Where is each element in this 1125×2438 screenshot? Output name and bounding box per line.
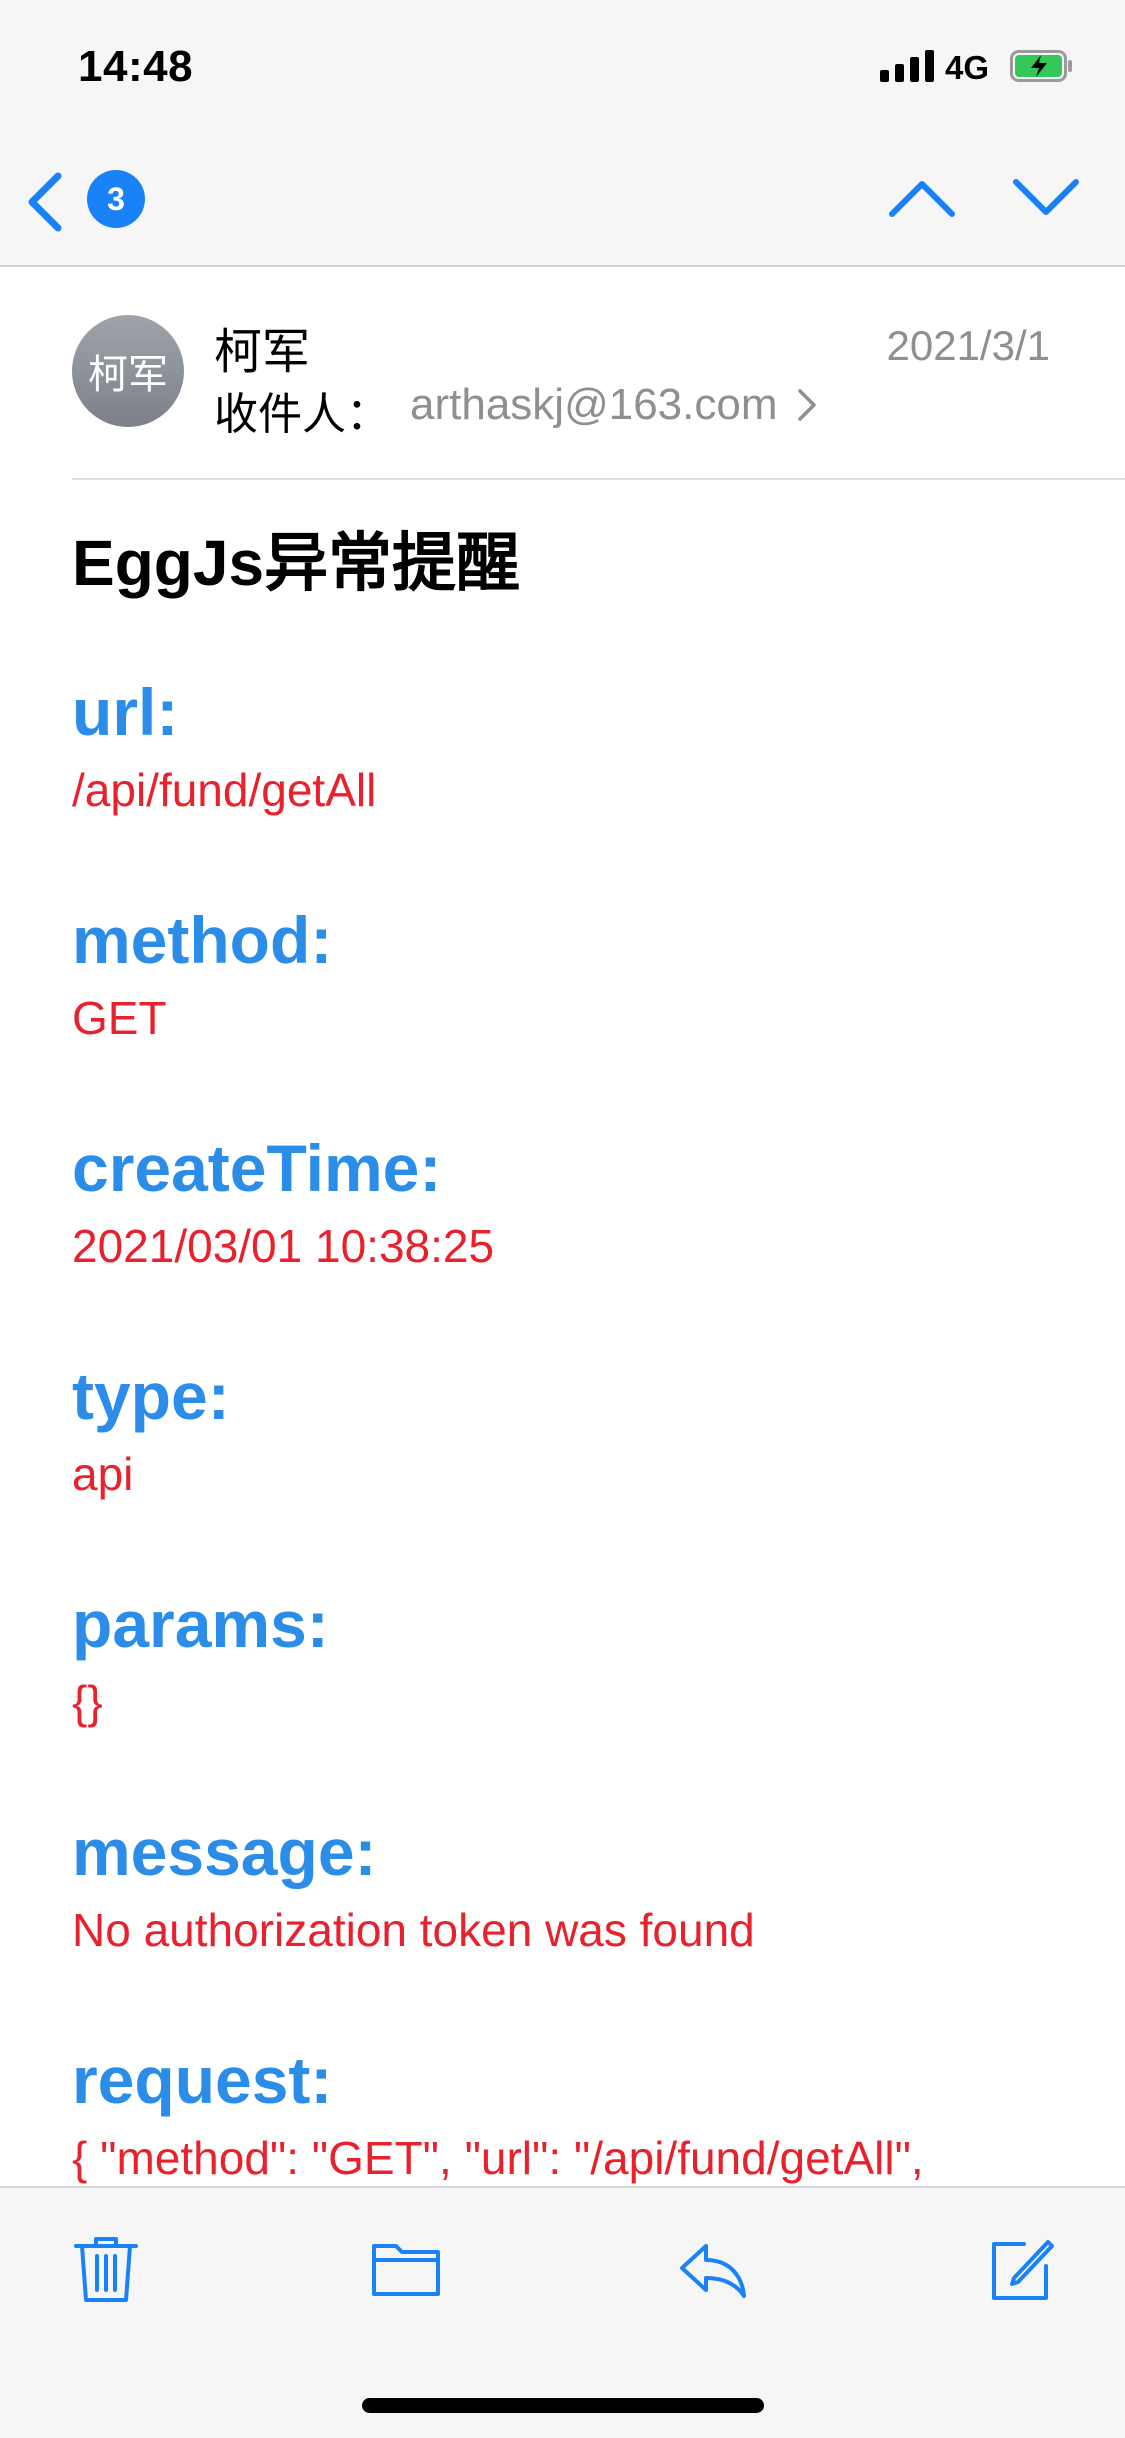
home-indicator[interactable] xyxy=(362,2398,764,2413)
field-value: 2021/03/01 10:38:25 xyxy=(72,1220,495,1272)
sender-name[interactable]: 柯军 xyxy=(214,312,310,382)
field-url: url: /api/fund/getAll xyxy=(72,672,376,820)
field-params: params: {} xyxy=(72,1584,329,1732)
recipient-label: 收件人： xyxy=(214,390,390,439)
unread-count-badge[interactable]: 3 xyxy=(87,170,145,228)
field-message: message: No authorization token was foun… xyxy=(72,1812,755,1960)
field-value: {} xyxy=(72,1676,103,1728)
field-label: method: xyxy=(72,903,333,977)
message-date: 2021/3/1 xyxy=(886,322,1051,369)
field-label: type: xyxy=(72,1359,230,1433)
field-label: params: xyxy=(72,1587,329,1661)
field-createtime: createTime: 2021/03/01 10:38:25 xyxy=(72,1128,494,1276)
field-value: { "method": "GET", "url": "/api/fund/get… xyxy=(72,2132,924,2184)
trash-icon[interactable] xyxy=(70,2232,142,2304)
field-label: message: xyxy=(72,1815,377,1889)
reply-icon[interactable] xyxy=(676,2232,748,2304)
signal-icon xyxy=(880,50,934,82)
field-label: url: xyxy=(72,675,179,749)
field-value: api xyxy=(72,1448,134,1500)
status-time: 14:48 xyxy=(78,42,194,91)
chevron-up-icon[interactable] xyxy=(888,176,956,220)
network-type: 4G xyxy=(945,49,990,86)
status-bar: 14:48 4G xyxy=(0,0,1125,140)
header-divider xyxy=(72,478,1125,480)
message-subject: EggJs异常提醒 xyxy=(72,527,521,599)
folder-icon[interactable] xyxy=(370,2232,442,2304)
chevron-down-icon[interactable] xyxy=(1012,176,1080,220)
compose-icon[interactable] xyxy=(984,2232,1056,2304)
recipient-address[interactable]: arthaskj@163.com xyxy=(410,380,818,430)
recipient-address-text: arthaskj@163.com xyxy=(410,380,778,429)
field-value: GET xyxy=(72,992,167,1044)
battery-charging-icon xyxy=(1010,50,1072,82)
field-type: type: api xyxy=(72,1356,230,1504)
chevron-right-icon xyxy=(797,389,816,421)
field-label: request: xyxy=(72,2043,333,2117)
field-request: request: { "method": "GET", "url": "/api… xyxy=(72,2040,924,2188)
avatar[interactable]: 柯军 xyxy=(72,315,184,427)
field-label: createTime: xyxy=(72,1131,442,1205)
nav-bar: 3 xyxy=(0,140,1125,267)
field-value: /api/fund/getAll xyxy=(72,764,377,816)
field-value: No authorization token was found xyxy=(72,1904,755,1956)
chevron-left-icon[interactable] xyxy=(22,170,66,234)
field-method: method: GET xyxy=(72,900,332,1048)
